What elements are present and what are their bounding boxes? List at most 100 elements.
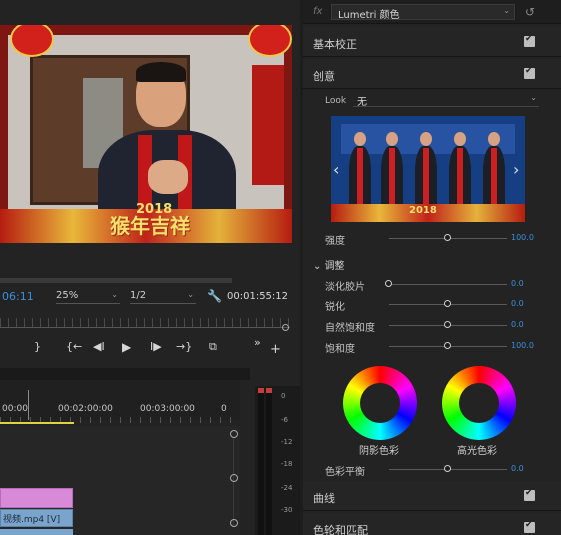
meter-db-label: -30	[281, 506, 293, 514]
vibrance-slider[interactable]: 自然饱和度 0.0	[303, 317, 561, 334]
chevron-down-icon: ⌄	[187, 290, 194, 299]
slider-value[interactable]: 0.0	[511, 464, 524, 473]
meter-db-label: -6	[281, 416, 288, 424]
slider-label: 强度	[325, 236, 345, 247]
zoom-dropdown[interactable]: 25% ⌄	[56, 290, 120, 304]
enable-checkbox[interactable]	[524, 66, 535, 79]
audio-meter	[255, 386, 300, 535]
resolution-dropdown[interactable]: 1/2 ⌄	[130, 290, 196, 304]
slider-value[interactable]: 100.0	[511, 341, 534, 350]
section-curves[interactable]: 曲线	[303, 481, 561, 511]
chevron-right-icon[interactable]: ›	[513, 160, 519, 179]
wrench-icon[interactable]: 🔧	[207, 289, 222, 303]
intensity-slider[interactable]: 强度 100.0	[303, 230, 561, 247]
timeline-header	[0, 368, 250, 380]
section-creative[interactable]: 创意	[303, 59, 561, 89]
preview-person	[381, 132, 403, 208]
more-controls-button[interactable]: »	[254, 336, 261, 349]
fade-film-slider[interactable]: 淡化胶片 0.0	[303, 276, 561, 293]
section-label: 色轮和匹配	[313, 524, 368, 535]
slider-value[interactable]: 0.0	[511, 320, 524, 329]
program-monitor-video[interactable]: 2018 猴年吉祥	[0, 25, 292, 243]
playhead-timecode[interactable]: 06:11	[2, 290, 34, 303]
effect-selector-bar: fx Lumetri 颜色 ⌄ ↺	[303, 0, 561, 24]
timeline-ruler[interactable]	[0, 380, 240, 420]
slider-value[interactable]: 0.0	[511, 299, 524, 308]
section-label: 基本校正	[313, 38, 357, 51]
export-frame-button[interactable]: ⧉	[209, 340, 217, 354]
play-button[interactable]: ▶	[122, 340, 131, 354]
meter-db-label: -18	[281, 460, 293, 468]
slider-track[interactable]	[389, 284, 507, 285]
adjust-label: 调整	[324, 261, 345, 272]
audio-clip[interactable]	[0, 488, 73, 508]
slider-label: 饱和度	[325, 344, 355, 355]
slider-knob[interactable]	[444, 300, 451, 307]
video-clip[interactable]: 视频.mp4 [V]	[0, 509, 73, 527]
slider-label: 锐化	[325, 302, 345, 313]
slider-knob[interactable]	[385, 280, 392, 287]
section-label: 曲线	[313, 492, 335, 505]
color-balance-slider[interactable]: 色彩平衡 0.0	[303, 461, 561, 478]
step-forward-button[interactable]: I▶	[150, 340, 162, 353]
enable-checkbox[interactable]	[524, 34, 535, 47]
highlight-color-wheel[interactable]	[442, 366, 516, 440]
sharpen-slider[interactable]: 锐化 0.0	[303, 296, 561, 313]
video-caption-text: 猴年吉祥	[110, 214, 190, 238]
lumetri-color-panel: fx Lumetri 颜色 ⌄ ↺ 基本校正 创意 Look 无 ⌄ 2018 …	[303, 0, 561, 535]
slider-knob[interactable]	[444, 342, 451, 349]
audio-meter-channel-right	[266, 388, 272, 535]
shadow-color-wheel[interactable]	[343, 366, 417, 440]
shadow-wheel-label: 阴影色彩	[359, 446, 399, 457]
reset-icon[interactable]: ↺	[525, 5, 535, 19]
timeline-scroll-handle-bottom[interactable]	[230, 519, 238, 527]
slider-knob[interactable]	[444, 234, 451, 241]
zoom-value: 25%	[56, 290, 79, 301]
monitor-scrub-bar[interactable]	[0, 278, 232, 283]
ruler-end-handle[interactable]	[282, 324, 289, 331]
section-wheels-match[interactable]: 色轮和匹配	[303, 513, 561, 535]
effect-name: Lumetri 颜色	[338, 10, 400, 21]
timeline-playhead[interactable]	[28, 390, 29, 420]
transport-controls: } {← ◀I ▶ I▶ →} ⧉ » +	[0, 336, 300, 358]
button-editor-add[interactable]: +	[270, 342, 281, 357]
enable-checkbox[interactable]	[524, 488, 535, 501]
timeline-time-label: 00:00	[2, 404, 28, 414]
chevron-down-icon: ⌄	[503, 6, 510, 15]
look-dropdown[interactable]: 无 ⌄	[353, 93, 539, 108]
meter-db-label: 0	[281, 392, 286, 400]
ruler-baseline	[0, 327, 290, 328]
adjust-subsection-toggle[interactable]: ⌄ 调整	[313, 257, 345, 272]
meter-db-label: -24	[281, 484, 293, 492]
chevron-left-icon[interactable]: ‹	[333, 160, 339, 179]
timeline-time-label: 00:02:00:00	[58, 404, 113, 414]
mark-out-button[interactable]: }	[34, 340, 41, 353]
enable-checkbox[interactable]	[524, 520, 535, 533]
effect-dropdown[interactable]: Lumetri 颜色 ⌄	[331, 4, 515, 21]
saturation-slider[interactable]: 饱和度 100.0	[303, 338, 561, 355]
slider-value[interactable]: 0.0	[511, 279, 524, 288]
timeline-scroll-handle-mid[interactable]	[230, 474, 238, 482]
monitor-controls-row: 06:11 25% ⌄ 1/2 ⌄ 🔧 00:01:55:12	[0, 288, 300, 306]
slider-label: 淡化胶片	[325, 282, 365, 293]
fx-icon: fx	[313, 6, 323, 17]
go-to-out-button[interactable]: →}	[176, 340, 192, 353]
timeline-scroll-handle-top[interactable]	[230, 430, 238, 438]
preview-person	[483, 132, 505, 208]
preview-caption: 2018	[409, 205, 437, 216]
slider-knob[interactable]	[444, 465, 451, 472]
person-hands	[148, 160, 188, 194]
sequence-duration: 00:01:55:12	[227, 291, 289, 302]
slider-knob[interactable]	[444, 321, 451, 328]
video-clip-lower[interactable]	[0, 529, 73, 535]
slider-value[interactable]: 100.0	[511, 233, 534, 242]
go-to-in-button[interactable]: {←	[66, 340, 82, 353]
step-back-button[interactable]: ◀I	[93, 340, 105, 353]
timeline-time-label: 0	[221, 404, 227, 414]
section-basic-correction[interactable]: 基本校正	[303, 27, 561, 57]
highlight-wheel-label: 高光色彩	[457, 446, 497, 457]
chevron-down-icon: ⌄	[530, 93, 537, 102]
video-clip-label: 视频.mp4 [V]	[3, 515, 61, 525]
look-preview-image[interactable]: 2018 ‹ ›	[331, 116, 525, 222]
slider-label: 色彩平衡	[325, 467, 365, 478]
